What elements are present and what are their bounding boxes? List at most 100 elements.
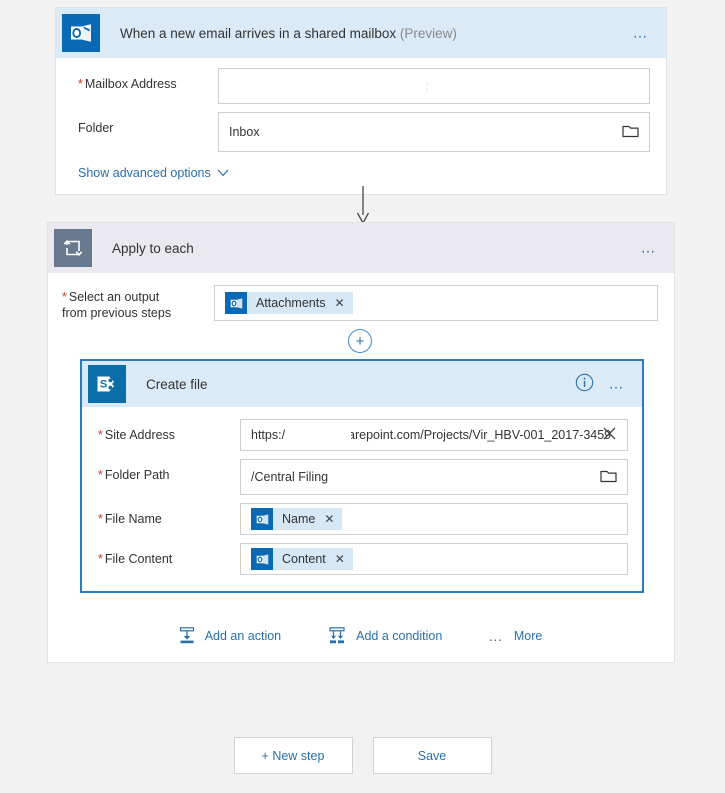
folder-path-input[interactable]: /Central Filing [240, 459, 628, 496]
outlook-icon [251, 508, 273, 531]
site-address-label-text: Site Address [104, 428, 176, 443]
save-button[interactable]: Save [372, 737, 492, 774]
folder-value: Inbox [229, 125, 260, 139]
required-star-icon: * [62, 290, 67, 304]
site-address-label: * Site Address [98, 419, 240, 444]
clear-icon[interactable] [602, 426, 617, 444]
add-step-plus-icon[interactable]: + [348, 329, 372, 354]
folder-path-row: * Folder Path /Central Filing [98, 459, 628, 496]
required-star-icon: * [98, 512, 103, 527]
more-button[interactable]: … More [488, 629, 542, 643]
apply-to-each-header[interactable]: Apply to each … [48, 223, 674, 273]
file-content-label-text: File Content [104, 552, 173, 567]
info-icon[interactable] [575, 373, 594, 395]
file-name-row: * File Name Name ✕ [98, 503, 628, 536]
file-name-input[interactable]: Name ✕ [240, 503, 628, 536]
trigger-card-header[interactable]: When a new email arrives in a shared mai… [56, 8, 666, 58]
select-output-row: * Select an output from previous steps At… [62, 285, 658, 321]
apply-to-each-body: * Select an output from previous steps At… [48, 273, 674, 654]
loop-actions-row: Add an action Add a condition … More [62, 627, 658, 654]
folder-picker-icon[interactable] [600, 468, 617, 486]
create-file-body: * Site Address https:/ harepoint.com/Proj… [82, 407, 642, 591]
required-star-icon: * [98, 552, 103, 567]
chevron-down-icon [217, 169, 229, 177]
add-an-action-button[interactable]: Add an action [178, 627, 281, 644]
trigger-form-body: * Mailbox Address ; Folder Inbox Show ad… [56, 58, 666, 194]
outlook-icon [62, 14, 100, 52]
file-name-label-text: File Name [104, 512, 162, 527]
site-address-row: * Site Address https:/ harepoint.com/Proj… [98, 419, 628, 452]
sharepoint-icon-wrap: S [82, 359, 132, 409]
site-address-redaction [299, 421, 351, 450]
file-name-token[interactable]: Name ✕ [251, 508, 343, 531]
svg-text:S: S [100, 379, 107, 391]
folder-picker-icon[interactable] [622, 123, 639, 141]
outlook-icon [225, 292, 247, 314]
mailbox-address-input[interactable]: ; [218, 68, 650, 104]
folder-label-text: Folder [78, 121, 114, 135]
mailbox-address-redaction [220, 70, 648, 102]
file-content-token-label: Content [282, 552, 326, 567]
attachments-token-label: Attachments [256, 296, 326, 310]
mailbox-address-value: ; [425, 79, 429, 93]
folder-path-value: /Central Filing [251, 470, 329, 485]
footer-actions: + New step Save [0, 737, 725, 774]
folder-label: Folder [78, 112, 218, 137]
file-name-token-label: Name [282, 512, 316, 527]
add-a-condition-button[interactable]: Add a condition [327, 627, 442, 644]
select-output-input[interactable]: Attachments ✕ [214, 285, 658, 321]
trigger-title-text: When a new email arrives in a shared mai… [120, 25, 397, 41]
add-a-condition-label: Add a condition [356, 628, 443, 643]
create-file-menu-ellipsis-icon[interactable]: … [609, 377, 627, 392]
insert-step-row: + [62, 329, 658, 354]
attachments-token[interactable]: Attachments ✕ [225, 292, 353, 314]
folder-path-label-text: Folder Path [104, 468, 170, 483]
mailbox-address-label-text: Mailbox Address [84, 77, 177, 91]
select-output-label: * Select an output from previous steps [62, 285, 214, 321]
file-content-input[interactable]: Content ✕ [240, 543, 628, 576]
apply-to-each-menu-ellipsis-icon[interactable]: … [641, 241, 659, 256]
required-star-icon: * [98, 428, 103, 443]
create-file-header[interactable]: S Create file … [82, 359, 642, 409]
select-output-label-line1: Select an output [68, 290, 160, 304]
trigger-menu-ellipsis-icon[interactable]: … [633, 26, 651, 41]
folder-input[interactable]: Inbox [218, 112, 650, 152]
folder-row: Folder Inbox [78, 112, 650, 152]
file-content-token-close-icon[interactable]: ✕ [335, 552, 345, 566]
add-action-icon [179, 627, 194, 644]
sharepoint-icon: S [88, 365, 126, 404]
show-advanced-options-label: Show advanced options [78, 166, 211, 180]
outlook-icon [251, 548, 273, 571]
file-name-label: * File Name [98, 503, 240, 528]
apply-to-each-title: Apply to each [112, 240, 194, 256]
loop-icon-wrap [48, 223, 98, 273]
mailbox-address-row: * Mailbox Address ; [78, 68, 650, 104]
add-condition-icon [329, 627, 345, 644]
required-star-icon: * [98, 468, 103, 483]
trigger-title: When a new email arrives in a shared mai… [120, 26, 457, 41]
new-step-button[interactable]: + New step [233, 737, 353, 774]
file-name-token-close-icon[interactable]: ✕ [324, 512, 334, 526]
add-an-action-label: Add an action [204, 628, 282, 643]
apply-to-each-card: Apply to each … * Select an output from p… [47, 222, 675, 664]
site-address-input[interactable]: https:/ harepoint.com/Projects/Vir_HBV-0… [240, 419, 628, 452]
file-content-row: * File Content Content ✕ [98, 543, 628, 576]
attachments-token-close-icon[interactable]: ✕ [334, 296, 344, 310]
trigger-preview-tag: (Preview) [399, 25, 457, 41]
required-star-icon: * [78, 77, 83, 91]
select-output-label-line2: from previous steps [62, 305, 172, 320]
site-address-value-suffix: harepoint.com/Projects/Vir_HBV-001_2017-… [341, 428, 612, 443]
more-label: More [513, 628, 543, 643]
file-content-token[interactable]: Content ✕ [251, 548, 353, 571]
file-content-label: * File Content [98, 543, 240, 568]
trigger-card: When a new email arrives in a shared mai… [55, 7, 667, 195]
advanced-options-row: Show advanced options [78, 166, 650, 180]
ellipsis-icon: … [488, 627, 505, 644]
folder-path-label: * Folder Path [98, 459, 240, 484]
create-file-card: S Create file … * Site Address https:/ h… [80, 359, 644, 594]
mailbox-address-label: * Mailbox Address [78, 68, 218, 93]
loop-icon [54, 229, 92, 267]
show-advanced-options-link[interactable]: Show advanced options [78, 166, 229, 180]
flow-connector-arrow [356, 186, 370, 224]
trigger-icon-wrap [56, 8, 106, 58]
